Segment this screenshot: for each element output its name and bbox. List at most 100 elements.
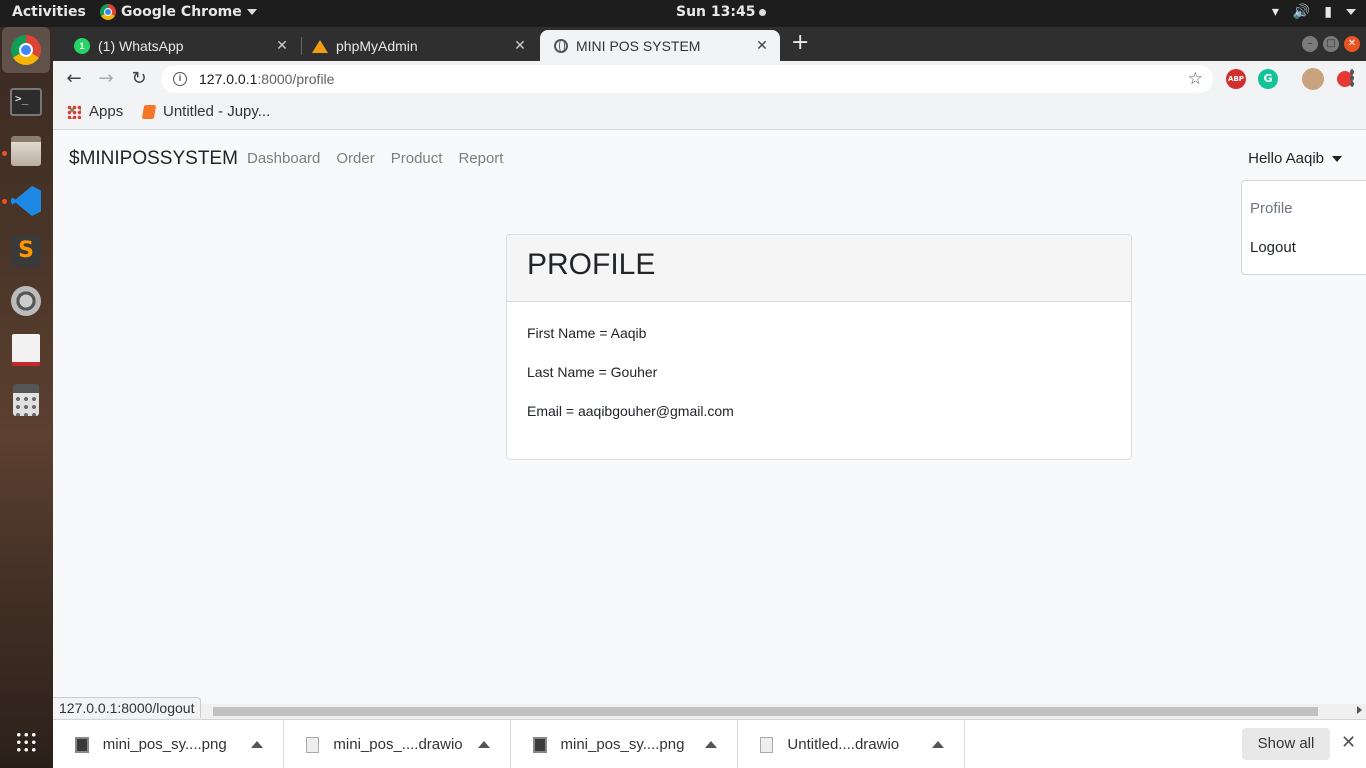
nav-order[interactable]: Order xyxy=(336,150,374,167)
dock-sublime[interactable]: S xyxy=(7,232,45,270)
url-host: 127.0.0.1 xyxy=(199,71,258,87)
calculator-icon xyxy=(13,384,39,416)
maximize-button[interactable]: □ xyxy=(1323,36,1339,52)
user-dropdown-toggle[interactable]: Hello Aaqib xyxy=(1248,150,1342,167)
forward-button[interactable]: → xyxy=(94,67,118,91)
bookmark-star-icon[interactable]: ☆ xyxy=(1188,69,1203,89)
system-tray[interactable]: ▾ 🔊 ▮ xyxy=(1272,4,1356,20)
chevron-up-icon[interactable] xyxy=(478,741,490,748)
profile-avatar-icon[interactable] xyxy=(1302,68,1324,90)
close-icon[interactable]: ✕ xyxy=(274,37,290,54)
page-title: PROFILE xyxy=(527,248,656,281)
dock-show-apps[interactable] xyxy=(7,723,45,761)
bookmark-apps[interactable]: Apps xyxy=(67,103,123,120)
window-controls: – □ ✕ xyxy=(1302,36,1360,52)
app-menu[interactable]: Google Chrome xyxy=(100,4,257,20)
app-menu-label: Google Chrome xyxy=(121,4,242,20)
horizontal-scrollbar[interactable] xyxy=(53,704,1366,719)
whatsapp-icon: 1 xyxy=(74,37,90,54)
files-icon xyxy=(11,136,41,166)
show-all-button[interactable]: Show all xyxy=(1242,728,1330,760)
new-tab-button[interactable]: + xyxy=(791,32,809,54)
card-header: PROFILE xyxy=(507,235,1131,302)
address-bar[interactable]: i 127.0.0.1:8000/profile ☆ xyxy=(161,65,1213,93)
dock-writer[interactable] xyxy=(7,331,45,369)
adblock-plus-icon[interactable]: ABP xyxy=(1226,69,1246,89)
web-page: $MINIPOSSYSTEM Dashboard Order Product R… xyxy=(53,131,1366,704)
download-item[interactable]: mini_pos_....drawio xyxy=(284,720,511,768)
dropdown-logout[interactable]: Logout xyxy=(1242,228,1366,267)
dock-files[interactable] xyxy=(7,132,45,170)
dock-terminal[interactable]: >_ xyxy=(7,83,45,121)
bookmark-label: Untitled - Jupy... xyxy=(163,103,271,120)
tab-mini-pos-system[interactable]: MINI POS SYSTEM ✕ xyxy=(540,30,780,61)
chevron-up-icon[interactable] xyxy=(932,741,944,748)
first-name-text: First Name = Aaqib xyxy=(527,325,647,341)
document-file-icon xyxy=(760,736,774,753)
chrome-icon xyxy=(100,4,116,20)
chrome-icon xyxy=(11,35,41,65)
dock-calculator[interactable] xyxy=(7,381,45,419)
settings-icon xyxy=(11,286,41,316)
close-icon[interactable]: ✕ xyxy=(1341,732,1356,753)
globe-icon xyxy=(554,38,568,53)
browser-menu-icon[interactable] xyxy=(1350,69,1354,87)
dock-settings[interactable] xyxy=(7,282,45,320)
activities-button[interactable]: Activities xyxy=(12,4,86,20)
brand-link[interactable]: $MINIPOSSYSTEM xyxy=(69,148,238,170)
scroll-right-arrow-icon[interactable] xyxy=(1357,706,1362,714)
close-icon[interactable]: ✕ xyxy=(512,37,528,54)
scrollbar-thumb[interactable] xyxy=(213,707,1318,716)
tab-phpmyadmin[interactable]: phpMyAdmin ✕ xyxy=(298,30,538,61)
terminal-icon: >_ xyxy=(10,88,42,116)
dock-vscode[interactable] xyxy=(7,182,45,220)
card-body: First Name = Aaqib Last Name = Gouher Em… xyxy=(507,302,1131,441)
site-navbar: $MINIPOSSYSTEM Dashboard Order Product R… xyxy=(53,131,1366,187)
show-apps-icon xyxy=(15,731,37,753)
volume-icon: 🔊 xyxy=(1292,4,1311,20)
back-button[interactable]: ← xyxy=(62,67,86,91)
clock-label: Sun 13:45 xyxy=(676,4,756,20)
nav-links: Dashboard Order Product Report xyxy=(247,150,503,167)
dock: >_ S xyxy=(0,27,53,768)
url-text: 127.0.0.1:8000/profile xyxy=(199,71,334,87)
bookmarks-bar: Apps Untitled - Jupy... xyxy=(53,97,1366,130)
dropdown-profile[interactable]: Profile xyxy=(1242,189,1366,228)
profile-card: PROFILE First Name = Aaqib Last Name = G… xyxy=(506,234,1132,460)
reload-button[interactable]: ↻ xyxy=(127,67,151,91)
download-name: mini_pos_sy....png xyxy=(102,736,227,753)
download-name: mini_pos_sy....png xyxy=(560,736,685,753)
url-path: :8000/profile xyxy=(257,71,335,87)
close-window-button[interactable]: ✕ xyxy=(1344,36,1360,52)
minimize-button[interactable]: – xyxy=(1302,36,1318,52)
chevron-up-icon[interactable] xyxy=(705,741,717,748)
close-icon[interactable]: ✕ xyxy=(754,37,770,54)
tab-strip: 1 (1) WhatsApp ✕ phpMyAdmin ✕ MINI POS S… xyxy=(53,27,1366,61)
wifi-icon: ▾ xyxy=(1271,4,1279,20)
clock[interactable]: Sun 13:45 xyxy=(676,4,767,20)
dock-chrome[interactable] xyxy=(2,27,50,73)
apps-grid-icon xyxy=(67,104,81,119)
download-item[interactable]: Untitled....drawio xyxy=(738,720,965,768)
document-file-icon xyxy=(306,736,320,753)
chevron-up-icon[interactable] xyxy=(251,741,263,748)
bookmark-label: Apps xyxy=(89,103,124,120)
status-url-bubble: 127.0.0.1:8000/logout xyxy=(53,697,202,718)
nav-product[interactable]: Product xyxy=(391,150,443,167)
tab-whatsapp[interactable]: 1 (1) WhatsApp ✕ xyxy=(60,30,300,61)
download-item[interactable]: mini_pos_sy....png xyxy=(53,720,284,768)
user-dropdown-menu: Profile Logout xyxy=(1241,180,1366,275)
site-info-icon[interactable]: i xyxy=(173,72,187,86)
nav-dashboard[interactable]: Dashboard xyxy=(247,150,320,167)
last-name-text: Last Name = Gouher xyxy=(527,364,658,380)
system-menu-chevron-icon xyxy=(1346,9,1356,15)
nav-report[interactable]: Report xyxy=(458,150,503,167)
phpmyadmin-icon xyxy=(312,38,328,54)
download-item[interactable]: mini_pos_sy....png xyxy=(511,720,738,768)
grammarly-icon[interactable]: G xyxy=(1258,69,1278,89)
sublime-text-icon: S xyxy=(11,235,41,267)
vscode-icon xyxy=(11,186,41,216)
bookmark-jupyter[interactable]: Untitled - Jupy... xyxy=(141,103,271,120)
image-file-icon xyxy=(75,736,89,753)
download-name: Untitled....drawio xyxy=(787,736,900,753)
